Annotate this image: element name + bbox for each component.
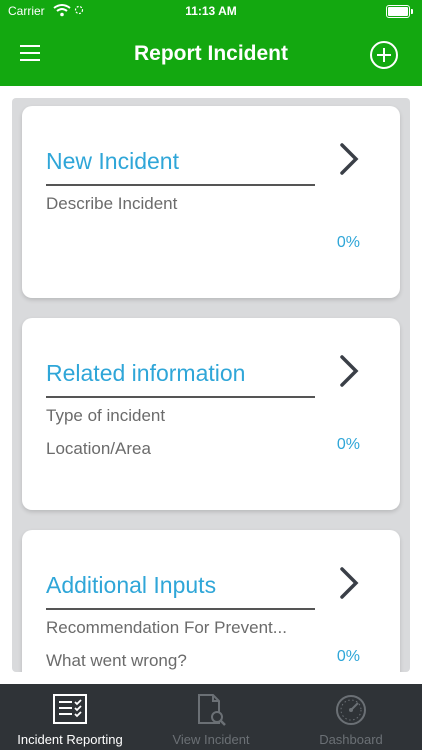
title-divider <box>46 396 315 398</box>
completion-percent: 0% <box>336 648 360 665</box>
add-circle-icon[interactable] <box>370 41 398 69</box>
tab-dashboard[interactable]: Dashboard <box>281 684 421 750</box>
tab-view-incident[interactable]: View Incident <box>141 684 281 750</box>
title-divider <box>46 608 315 610</box>
status-time: 11:13 AM <box>185 4 237 18</box>
section-title: New Incident <box>46 148 179 174</box>
tab-label: Dashboard <box>319 732 383 747</box>
incident-sections-list[interactable]: New Incident Describe Incident 0% Relate… <box>12 98 410 672</box>
completion-percent: 0% <box>336 436 360 453</box>
chevron-right-icon[interactable] <box>334 142 362 176</box>
page-title: Report Incident <box>133 42 288 65</box>
nav-bar: Report Incident <box>0 22 422 86</box>
section-card-additional-inputs[interactable]: Additional Inputs Recommendation For Pre… <box>22 530 400 672</box>
title-divider <box>46 184 315 186</box>
section-field-label: What went wrong? <box>46 651 187 670</box>
gauge-icon <box>336 695 366 725</box>
tab-incident-reporting[interactable]: Incident Reporting <box>0 684 140 750</box>
document-search-icon <box>198 694 226 726</box>
section-title: Related information <box>46 360 246 386</box>
status-bar: Carrier 11:13 AM <box>0 0 422 22</box>
checklist-icon <box>53 694 87 724</box>
section-card-related-information[interactable]: Related information Type of incident Loc… <box>22 318 400 510</box>
section-field-label: Type of incident <box>46 406 166 425</box>
tab-bar: Incident Reporting View Incident Dashboa… <box>0 684 422 750</box>
section-field-label: Describe Incident <box>46 194 178 213</box>
section-title: Additional Inputs <box>46 572 217 598</box>
tab-label: View Incident <box>172 732 250 747</box>
section-field-label: Recommendation For Prevent... <box>46 618 287 637</box>
completion-percent: 0% <box>336 234 360 251</box>
chevron-right-icon[interactable] <box>334 566 362 600</box>
battery-icon <box>386 5 413 18</box>
chevron-right-icon[interactable] <box>334 354 362 388</box>
tab-label: Incident Reporting <box>17 732 123 747</box>
section-card-new-incident[interactable]: New Incident Describe Incident 0% <box>22 106 400 298</box>
section-field-label: Location/Area <box>46 439 151 458</box>
